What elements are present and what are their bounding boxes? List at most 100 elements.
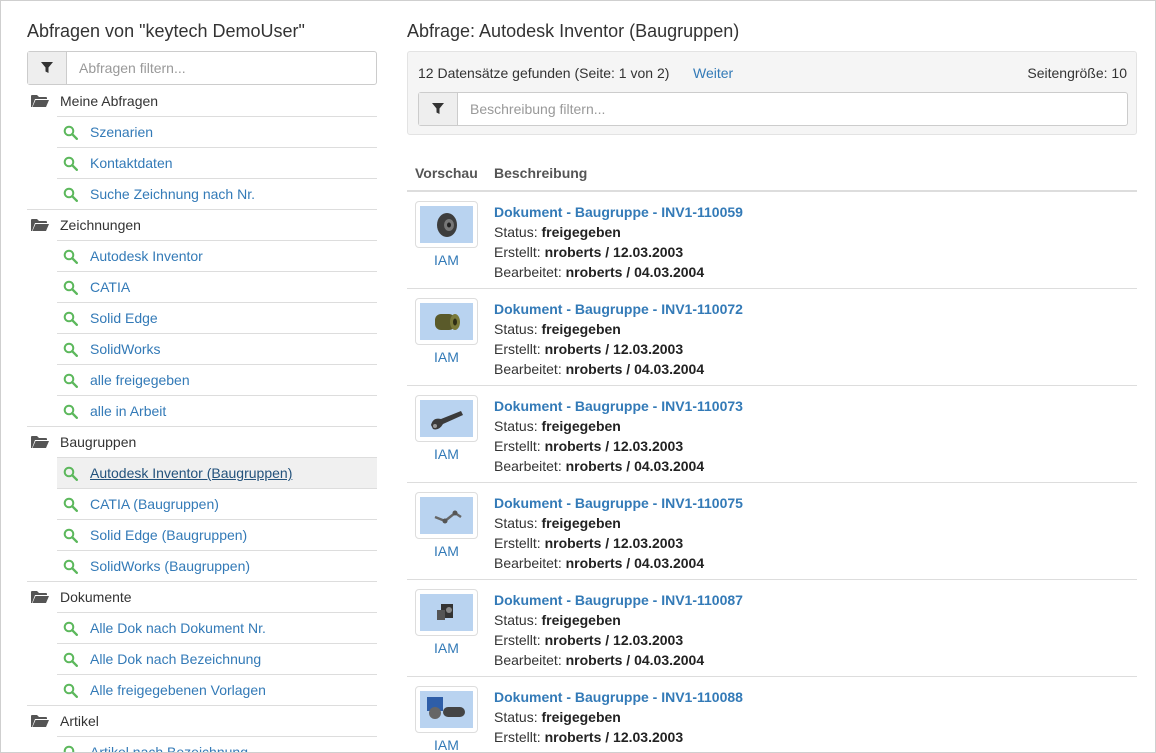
query-item-label[interactable]: CATIA (Baugruppen)	[90, 496, 219, 512]
search-icon	[63, 311, 79, 326]
query-item-label[interactable]: alle in Arbeit	[90, 403, 166, 419]
query-item[interactable]: alle in Arbeit	[57, 395, 377, 426]
created-label: Erstellt:	[494, 341, 541, 357]
query-item[interactable]: alle freigegeben	[57, 364, 377, 395]
column-header-description[interactable]: Beschreibung	[494, 165, 1137, 181]
query-item-label[interactable]: Artikel nach Bezeichnung	[90, 744, 248, 752]
query-item-label[interactable]: Szenarien	[90, 124, 153, 140]
query-item-label[interactable]: alle freigegeben	[90, 372, 190, 388]
row-description: Dokument - Baugruppe - INV1-110075 Status…	[494, 493, 743, 573]
query-item[interactable]: Szenarien	[57, 116, 377, 147]
query-item-label[interactable]: Solid Edge	[90, 310, 158, 326]
created-label: Erstellt:	[494, 438, 541, 454]
query-item[interactable]: SolidWorks	[57, 333, 377, 364]
created-label: Erstellt:	[494, 244, 541, 260]
created-value: nroberts / 12.03.2003	[544, 244, 684, 260]
search-icon	[63, 683, 79, 698]
file-type-link[interactable]: IAM	[415, 446, 478, 462]
table-row: IAM Dokument - Baugruppe - INV1-110087 Sta…	[407, 580, 1137, 677]
query-group[interactable]: Meine Abfragen	[27, 85, 377, 116]
preview-thumbnail[interactable]	[415, 395, 478, 442]
preview-thumbnail[interactable]	[415, 686, 478, 733]
file-type-link[interactable]: IAM	[415, 349, 478, 365]
folder-open-icon	[31, 94, 49, 108]
status-label: Status:	[494, 709, 538, 725]
description-filter-input[interactable]	[458, 93, 1127, 125]
document-title-link[interactable]: Dokument - Baugruppe - INV1-110075	[494, 493, 743, 513]
document-title-link[interactable]: Dokument - Baugruppe - INV1-110072	[494, 299, 743, 319]
document-title-link[interactable]: Dokument - Baugruppe - INV1-110059	[494, 202, 743, 222]
query-item[interactable]: Artikel nach Bezeichnung	[57, 736, 377, 752]
query-item-label[interactable]: CATIA	[90, 279, 130, 295]
query-item[interactable]: Alle freigegebenen Vorlagen	[57, 674, 377, 705]
query-item-label[interactable]: Suche Zeichnung nach Nr.	[90, 186, 255, 202]
edited-line: Bearbeitet: nroberts / 04.03.2004	[494, 359, 743, 379]
query-item[interactable]: Alle Dok nach Bezeichnung	[57, 643, 377, 674]
preview-thumbnail[interactable]	[415, 589, 478, 636]
row-description: Dokument - Baugruppe - INV1-110087 Status…	[494, 590, 743, 670]
query-group[interactable]: Zeichnungen	[27, 209, 377, 240]
query-item-label[interactable]: SolidWorks (Baugruppen)	[90, 558, 250, 574]
row-description: Dokument - Baugruppe - INV1-110059 Status…	[494, 202, 743, 282]
query-item[interactable]: Solid Edge	[57, 302, 377, 333]
query-group-label: Baugruppen	[60, 434, 137, 450]
created-line: Erstellt: nroberts / 12.03.2003	[494, 533, 743, 553]
file-type-link[interactable]: IAM	[415, 737, 478, 752]
query-filter-input[interactable]	[67, 52, 376, 84]
query-item[interactable]: Autodesk Inventor (Baugruppen)	[57, 457, 377, 488]
query-item-label[interactable]: Alle Dok nach Dokument Nr.	[90, 620, 266, 636]
query-item[interactable]: CATIA (Baugruppen)	[57, 488, 377, 519]
query-item-label[interactable]: SolidWorks	[90, 341, 161, 357]
query-item[interactable]: Alle Dok nach Dokument Nr.	[57, 612, 377, 643]
preview-thumbnail[interactable]	[415, 298, 478, 345]
status-label: Status:	[494, 321, 538, 337]
query-group[interactable]: Baugruppen	[27, 426, 377, 457]
edited-label: Bearbeitet:	[494, 555, 562, 571]
created-label: Erstellt:	[494, 632, 541, 648]
status-value: freigegeben	[541, 224, 621, 240]
query-item-label[interactable]: Alle freigegebenen Vorlagen	[90, 682, 266, 698]
preview-thumbnail[interactable]	[415, 201, 478, 248]
table-row: IAM Dokument - Baugruppe - INV1-110073 Sta…	[407, 386, 1137, 483]
filter-icon[interactable]	[419, 93, 458, 125]
search-icon	[63, 187, 79, 202]
status-value: freigegeben	[541, 709, 621, 725]
preview-thumbnail[interactable]	[415, 492, 478, 539]
query-tree: Meine Abfragen Szenarien Kontaktdaten Suche…	[27, 85, 377, 752]
search-icon	[63, 745, 78, 752]
query-item-label[interactable]: Kontaktdaten	[90, 155, 173, 171]
file-type-link[interactable]: IAM	[415, 252, 478, 268]
filter-icon[interactable]	[28, 52, 67, 84]
document-title-link[interactable]: Dokument - Baugruppe - INV1-110088	[494, 687, 743, 707]
search-icon	[63, 652, 79, 667]
query-item-label[interactable]: Alle Dok nach Bezeichnung	[90, 651, 261, 667]
column-header-preview[interactable]: Vorschau	[407, 165, 494, 181]
document-title-link[interactable]: Dokument - Baugruppe - INV1-110073	[494, 396, 743, 416]
status-value: freigegeben	[541, 321, 621, 337]
query-item[interactable]: Kontaktdaten	[57, 147, 377, 178]
query-item[interactable]: Solid Edge (Baugruppen)	[57, 519, 377, 550]
query-group[interactable]: Dokumente	[27, 581, 377, 612]
query-group[interactable]: Artikel	[27, 705, 377, 736]
edited-line: Bearbeitet: nroberts / 04.03.2004	[494, 456, 743, 476]
query-item-label[interactable]: Autodesk Inventor (Baugruppen)	[90, 465, 292, 481]
status-line: Status: freigegeben	[494, 513, 743, 533]
edited-line: Bearbeitet: nroberts / 04.03.2004	[494, 262, 743, 282]
next-page-link[interactable]: Weiter	[693, 65, 733, 81]
query-item[interactable]: SolidWorks (Baugruppen)	[57, 550, 377, 581]
file-type-link[interactable]: IAM	[415, 543, 478, 559]
document-title-link[interactable]: Dokument - Baugruppe - INV1-110087	[494, 590, 743, 610]
query-item-label[interactable]: Autodesk Inventor	[90, 248, 203, 264]
status-line: Status: freigegeben	[494, 416, 743, 436]
query-item-label[interactable]: Solid Edge (Baugruppen)	[90, 527, 247, 543]
query-item[interactable]: Suche Zeichnung nach Nr.	[57, 178, 377, 209]
created-value: nroberts / 12.03.2003	[544, 729, 684, 745]
status-value: freigegeben	[541, 515, 621, 531]
query-filter	[27, 51, 377, 85]
cylinder-part-icon	[420, 303, 473, 340]
query-item[interactable]: CATIA	[57, 271, 377, 302]
status-label: Status:	[494, 224, 538, 240]
results-table: Vorschau Beschreibung IAM Dokument - Baug…	[407, 155, 1137, 752]
file-type-link[interactable]: IAM	[415, 640, 478, 656]
query-item[interactable]: Autodesk Inventor	[57, 240, 377, 271]
